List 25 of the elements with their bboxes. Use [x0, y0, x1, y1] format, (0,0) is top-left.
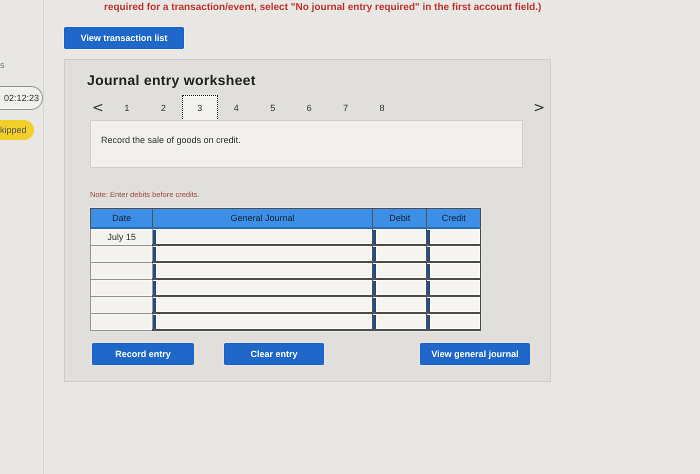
- sidebar-label: s: [0, 60, 6, 70]
- clear-entry-button[interactable]: Clear entry: [224, 343, 324, 365]
- page-tab[interactable]: 6: [290, 95, 328, 121]
- page-tab[interactable]: 1: [108, 95, 146, 121]
- page-tab[interactable]: 5: [254, 95, 291, 121]
- transaction-description: Record the sale of goods on credit.: [90, 120, 523, 168]
- view-general-journal-button[interactable]: View general journal: [420, 343, 530, 365]
- page-tab[interactable]: 3: [182, 95, 218, 121]
- record-entry-button[interactable]: Record entry: [92, 343, 194, 365]
- column-header: Credit: [426, 208, 480, 228]
- page-tab[interactable]: 4: [218, 95, 254, 121]
- status-badge: kipped: [0, 120, 34, 140]
- previous-button[interactable]: <: [87, 100, 109, 116]
- next-button[interactable]: >: [528, 100, 550, 116]
- column-header: Date: [90, 208, 153, 228]
- date-cell: July 15: [90, 228, 153, 245]
- view-transaction-list-button[interactable]: View transaction list: [64, 27, 184, 49]
- instruction-text: required for a transaction/event, select "No journal entry required" in the first account field.): [104, 2, 542, 13]
- timer-badge: 02:12:23: [0, 86, 43, 110]
- page-tab[interactable]: 2: [145, 95, 182, 121]
- page-tab[interactable]: 8: [364, 95, 400, 121]
- column-header: General Journal: [152, 208, 373, 228]
- column-header: Debit: [372, 208, 427, 228]
- worksheet-title: Journal entry worksheet: [87, 72, 257, 88]
- page-tab[interactable]: 7: [327, 95, 364, 121]
